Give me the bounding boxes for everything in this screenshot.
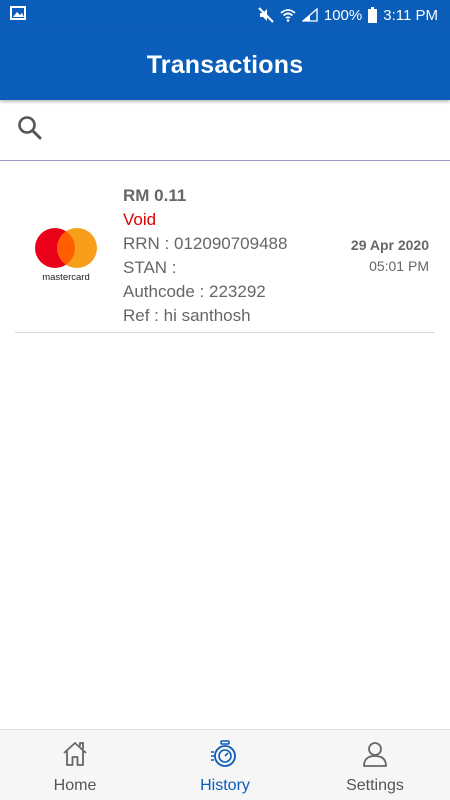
nav-item-home[interactable]: Home bbox=[0, 730, 150, 800]
nav-label-history: History bbox=[200, 777, 250, 794]
transaction-stan: STAN : bbox=[123, 258, 177, 277]
transaction-status: Void bbox=[123, 210, 157, 229]
nav-label-settings: Settings bbox=[346, 777, 404, 794]
card-brand-label: mastercard bbox=[42, 272, 90, 282]
transaction-datetime: 29 Apr 2020 05:01 PM bbox=[351, 234, 429, 276]
transaction-time: 05:01 PM bbox=[369, 258, 429, 274]
gallery-notification-icon bbox=[10, 6, 26, 24]
search-bar bbox=[0, 100, 450, 161]
home-icon bbox=[61, 740, 89, 773]
bottom-nav: Home History Settings bbox=[0, 729, 450, 800]
battery-icon bbox=[368, 7, 378, 23]
transaction-rrn: RRN : 012090709488 bbox=[123, 234, 288, 253]
battery-percent: 100% bbox=[323, 6, 363, 24]
page-title: Transactions bbox=[146, 50, 304, 79]
wifi-icon bbox=[280, 8, 296, 22]
nav-item-settings[interactable]: Settings bbox=[300, 730, 450, 800]
mute-icon bbox=[258, 7, 274, 23]
transaction-details: RM 0.11 Void RRN : 012090709488 STAN : A… bbox=[123, 184, 287, 328]
transaction-authcode: Authcode : 223292 bbox=[123, 282, 266, 301]
clock: 3:11 PM bbox=[383, 6, 438, 24]
transaction-ref: Ref : hi santhosh bbox=[123, 306, 251, 325]
app-bar: Transactions bbox=[0, 30, 450, 100]
person-icon bbox=[361, 740, 389, 773]
transaction-row[interactable]: mastercard RM 0.11 Void RRN : 0120907094… bbox=[15, 178, 435, 333]
transaction-date: 29 Apr 2020 bbox=[350, 237, 429, 253]
mastercard-logo: mastercard bbox=[35, 226, 97, 283]
nav-label-home: Home bbox=[53, 777, 97, 794]
nav-item-history[interactable]: History bbox=[150, 730, 300, 800]
signal-icon bbox=[301, 8, 318, 22]
history-icon bbox=[210, 740, 240, 773]
search-icon[interactable] bbox=[17, 115, 43, 146]
status-bar: 100% 3:11 PM bbox=[0, 0, 450, 30]
search-input[interactable] bbox=[53, 110, 450, 150]
transaction-amount: RM 0.11 bbox=[123, 186, 187, 205]
